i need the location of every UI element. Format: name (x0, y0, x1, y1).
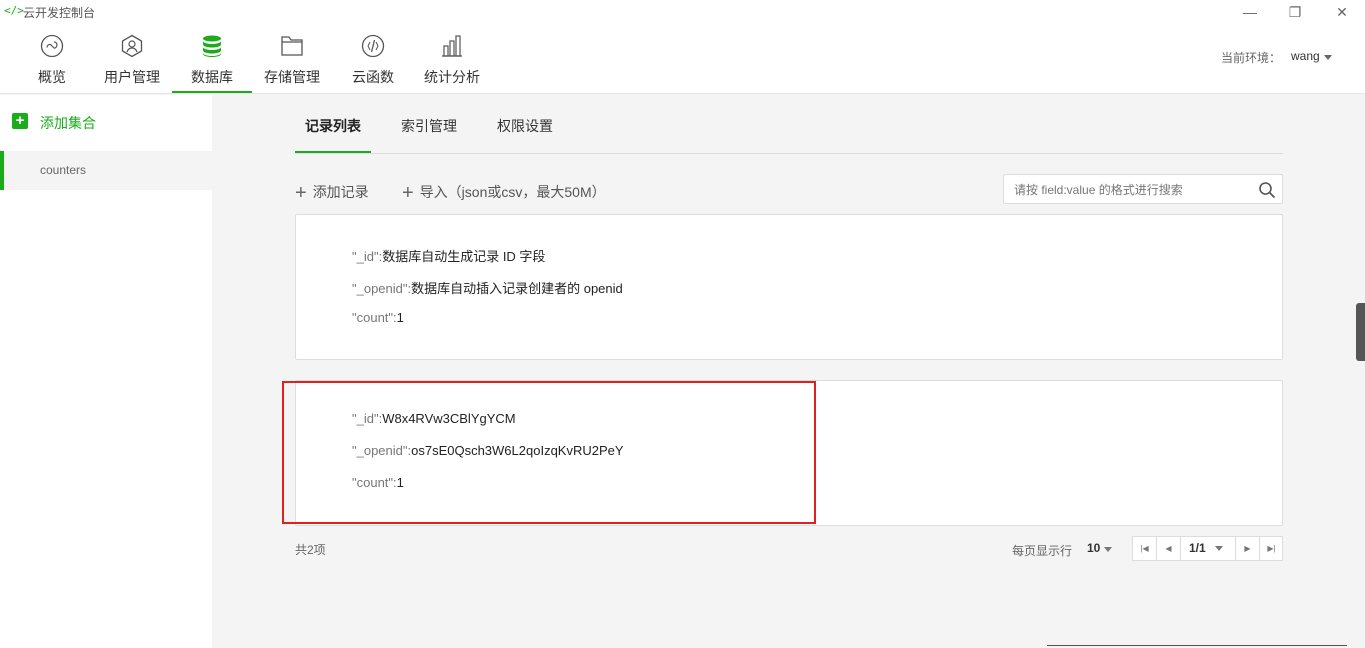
nav-item-cloud-functions[interactable]: 云函数 (343, 24, 403, 93)
env-selector[interactable]: wang (1291, 49, 1320, 63)
function-icon (361, 34, 385, 58)
field-value: 数据库自动生成记录 ID 字段 (382, 249, 546, 264)
total-count: 共2项 (295, 543, 326, 557)
nav-label: 统计分析 (424, 69, 480, 85)
tab-record-list[interactable]: 记录列表 (305, 116, 361, 136)
plus-icon: + (295, 182, 307, 204)
nav-item-database[interactable]: 数据库 (172, 24, 252, 93)
record-field-id: "_id":数据库自动生成记录 ID 字段 (352, 246, 545, 265)
record-field-openid: "_openid":数据库自动插入记录创建者的 openid (352, 278, 623, 297)
sidebar: + 添加集合 counters (0, 95, 212, 648)
field-value: 1 (396, 310, 404, 325)
nav-label: 用户管理 (104, 69, 160, 85)
field-value: 数据库自动插入记录创建者的 openid (411, 281, 623, 296)
database-icon (203, 35, 221, 57)
field-key: "_openid": (352, 281, 412, 296)
search-box (1003, 174, 1283, 204)
prev-page-button[interactable]: ◀ (1157, 537, 1181, 560)
field-key: "_id": (352, 249, 383, 264)
side-handle[interactable] (1356, 303, 1365, 361)
page-select[interactable]: 1/1 (1185, 537, 1232, 560)
collection-label: counters (40, 163, 87, 177)
nav-label: 存储管理 (264, 69, 320, 85)
nav-item-overview[interactable]: 概览 (22, 24, 82, 93)
maximize-button[interactable]: ❐ (1285, 2, 1305, 22)
first-page-button[interactable]: |◀ (1133, 537, 1157, 560)
tab-index-management[interactable]: 索引管理 (401, 116, 457, 136)
divider (1047, 645, 1347, 646)
nav-label: 概览 (38, 69, 66, 85)
top-nav: 概览 用户管理 数据库 存储管理 云函数 统计分析 当前环境： wang (0, 24, 1365, 94)
plus-icon: + (402, 182, 414, 204)
add-collection-label: 添加集合 (40, 115, 96, 131)
last-page-button[interactable]: ▶| (1259, 537, 1283, 560)
close-button[interactable]: ✕ (1332, 2, 1352, 22)
next-page-button[interactable]: ▶ (1235, 537, 1259, 560)
nav-item-storage[interactable]: 存储管理 (256, 24, 328, 93)
nav-label: 云函数 (352, 69, 394, 85)
record-field-count: "count":1 (352, 310, 404, 325)
nav-label: 数据库 (191, 69, 233, 85)
add-record-label: 添加记录 (312, 184, 369, 200)
minimize-button[interactable]: — (1240, 2, 1260, 22)
user-icon (121, 34, 143, 58)
tab-bar: 记录列表 索引管理 权限设置 (295, 94, 1283, 154)
env-label: 当前环境： (1221, 51, 1282, 65)
chevron-down-icon[interactable] (1215, 546, 1223, 551)
highlight-box (282, 381, 816, 524)
chevron-down-icon[interactable] (1104, 547, 1112, 552)
nav-item-user-management[interactable]: 用户管理 (96, 24, 168, 93)
app-code-icon: </> (4, 4, 24, 17)
add-icon: + (12, 113, 28, 129)
window-title: 云开发控制台 (23, 6, 96, 20)
per-page-select[interactable]: 10 (1087, 541, 1100, 555)
sidebar-item-counters[interactable]: counters (0, 151, 212, 190)
add-record-button[interactable]: + 添加记录 (295, 180, 369, 204)
tab-permission-settings[interactable]: 权限设置 (497, 116, 553, 136)
overview-icon (40, 34, 64, 58)
search-icon[interactable] (1258, 181, 1276, 199)
pagination: |◀ ◀ 1/1 ▶ ▶| (1132, 536, 1283, 561)
nav-item-statistics[interactable]: 统计分析 (416, 24, 488, 93)
chevron-down-icon[interactable] (1324, 55, 1332, 60)
folder-icon (281, 36, 303, 56)
active-tab-indicator (295, 151, 371, 153)
record-card[interactable]: "_id":数据库自动生成记录 ID 字段 "_openid":数据库自动插入记… (295, 214, 1283, 360)
field-key: "count": (352, 310, 397, 325)
search-input[interactable] (1014, 181, 1254, 199)
title-bar: </> 云开发控制台 — ❐ ✕ (0, 0, 1365, 24)
chart-icon (442, 35, 462, 57)
import-label: 导入（json或csv，最大50M） (419, 184, 606, 200)
per-page-label: 每页显示行 (1012, 544, 1073, 558)
import-button[interactable]: + 导入（json或csv，最大50M） (402, 180, 606, 204)
add-collection-button[interactable]: + 添加集合 (0, 107, 212, 135)
